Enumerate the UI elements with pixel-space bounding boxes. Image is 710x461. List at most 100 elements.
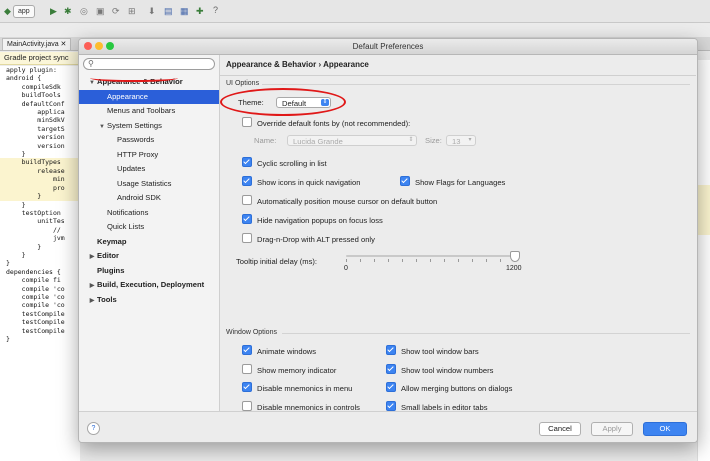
tree-item-label: Build, Execution, Deployment [97,280,205,289]
code-line: testOption [6,208,61,217]
font-size-label: Size: [425,136,442,145]
override-fonts-label: Override default fonts by (not recommend… [257,119,411,128]
monitor-icon[interactable]: ▦ [180,5,189,17]
tree-item-tools[interactable]: ▶ Tools [79,293,219,308]
checkbox-checked [386,345,396,355]
ide-toolbar: ◆ app ▶ ✱ ◎ ▣ ⟳ ⊞ ⬇ ▤ ▦ ✚ ? [0,0,710,23]
checkbox-checked [242,382,252,392]
checkbox-checked [386,382,396,392]
tree-item-appearance[interactable]: Appearance [79,89,219,104]
font-size-value: 13 [452,137,461,146]
font-name-label: Name: [254,136,277,145]
tree-item-build-execution-deployment[interactable]: ▶ Build, Execution, Deployment [79,278,219,293]
tree-item-label: Quick Lists [107,222,145,231]
slider-tick [346,259,347,262]
android-monitor-icon[interactable]: ✚ [196,5,204,17]
collapsed-arrow-icon[interactable]: ▶ [87,250,97,265]
slider-tick [500,259,501,262]
override-fonts-checkbox[interactable]: Override default fonts by (not recommend… [242,117,410,129]
drag-n-drop-with-alt-pressed-only-checkbox[interactable]: Drag-n-Drop with ALT pressed only [242,233,375,245]
animate-windows-checkbox[interactable]: Animate windows [242,345,316,357]
tree-item-plugins[interactable]: Plugins [79,264,219,279]
chevron-updown-icon: ⇕ [408,137,414,143]
collapsed-arrow-icon[interactable]: ▶ [87,279,97,294]
allow-merging-buttons-on-dialogs-checkbox[interactable]: Allow merging buttons on dialogs [386,382,512,394]
debug-icon[interactable]: ✱ [64,5,72,17]
avd-icon[interactable]: ▤ [164,5,173,17]
code-line: min [0,175,80,184]
apply-button[interactable]: Apply [591,422,633,436]
cancel-button[interactable]: Cancel [539,422,581,436]
settings-sidebar: ⚲ ▼ Appearance & Behavior Appearance Menus … [79,55,220,411]
checkbox-label: Automatically position mouse cursor on d… [257,197,438,206]
tree-item-notifications[interactable]: Notifications [79,206,219,221]
settings-tree: ▼ Appearance & Behavior Appearance Menus an… [79,75,219,307]
checkbox-label: Show tool window bars [401,347,479,356]
slider-tick [458,259,459,262]
slider-tick [374,259,375,262]
checkbox-label: Show Flags for Languages [415,178,506,187]
collapsed-arrow-icon[interactable]: ▶ [87,294,97,309]
annotation-underline [90,74,178,82]
tree-item-label: HTTP Proxy [117,149,159,159]
slider-min-label: 0 [344,265,348,272]
slider-track[interactable] [346,255,514,257]
run-icon[interactable]: ▶ [50,5,57,17]
automatically-position-mouse-cursor-on-default-button-checkbox[interactable]: Automatically position mouse cursor on d… [242,195,437,207]
ok-button[interactable]: OK [643,422,687,436]
chevron-down-icon: ▾ [468,137,472,143]
code-editor[interactable]: apply plugin: android { compileSdk buildT… [0,66,80,461]
checkbox-label: Disable mnemonics in menu [257,384,353,393]
tree-item-system-settings[interactable]: ▼ System Settings [79,119,219,134]
cyclic-scrolling-in-list-checkbox[interactable]: Cyclic scrolling in list [242,157,327,169]
help-icon[interactable]: ? [213,5,218,15]
show-icons-in-quick-navigation-checkbox[interactable]: Show icons in quick navigation [242,176,360,188]
tree-item-menus-and-toolbars[interactable]: Menus and Toolbars [79,104,219,119]
android-icon[interactable]: ◆ [4,5,11,17]
checkbox-unchecked [242,363,252,374]
tree-item-android-sdk[interactable]: Android SDK [79,191,219,206]
code-line: minSdkV [6,116,65,125]
expanded-arrow-icon[interactable]: ▼ [97,120,107,135]
slider-thumb[interactable] [510,251,520,262]
editor-right-gutter [697,60,710,461]
code-line: } [6,259,10,268]
window-options-title: Window Options [226,329,277,336]
attach-icon[interactable]: ◎ [80,5,88,17]
show-flags-for-languages-checkbox[interactable]: Show Flags for Languages [400,176,505,188]
tree-item-quick-lists[interactable]: Quick Lists [79,220,219,235]
hide-navigation-popups-on-focus-loss-checkbox[interactable]: Hide navigation popups on focus loss [242,214,383,226]
tree-item-usage-statistics[interactable]: Usage Statistics [79,177,219,192]
breadcrumb: Appearance & Behavior › Appearance [226,60,369,69]
show-tool-window-bars-checkbox[interactable]: Show tool window bars [386,345,479,357]
tree-item-label: Menus and Toolbars [107,106,176,115]
slider-tick [472,259,473,262]
dialog-title: Default Preferences [352,42,424,51]
tree-item-keymap[interactable]: Keymap [79,235,219,250]
dialog-footer: ? Cancel Apply OK [79,411,697,442]
disable-mnemonics-in-menu-checkbox[interactable]: Disable mnemonics in menu [242,382,352,394]
tree-item-editor[interactable]: ▶ Editor [79,249,219,264]
checkbox-checked [242,157,252,167]
structure-icon[interactable]: ⊞ [128,5,136,17]
tree-item-updates[interactable]: Updates [79,162,219,177]
settings-search-input[interactable]: ⚲ [83,58,215,70]
sync-icon[interactable]: ⟳ [112,5,120,17]
editor-tab-mainactivity[interactable]: MainActivity.java ✕ [2,38,72,51]
stop-icon[interactable]: ▣ [96,5,105,17]
checkbox-checked [242,214,252,224]
tree-item-http-proxy[interactable]: HTTP Proxy [79,148,219,163]
show-memory-indicator-checkbox[interactable]: Show memory indicator [242,363,336,376]
checkbox-label: Animate windows [257,347,317,356]
tree-item-passwords[interactable]: Passwords [79,133,219,148]
help-button[interactable]: ? [87,422,100,435]
code-line: unitTes [6,217,65,226]
sdk-manager-icon[interactable]: ⬇ [148,5,156,17]
show-tool-window-numbers-checkbox[interactable]: Show tool window numbers [386,363,493,376]
tree-item-label: Keymap [97,236,127,246]
code-line: jvm [6,234,65,243]
tree-item-label: Plugins [97,265,125,275]
code-line: buildTools [6,91,61,100]
slider-tick [444,259,445,262]
run-config-select[interactable]: app [13,5,35,18]
